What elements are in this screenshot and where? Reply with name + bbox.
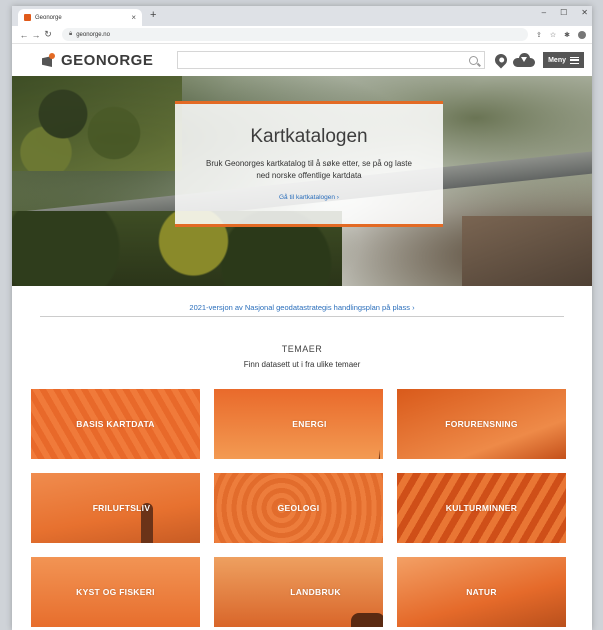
tile-label: KYST OG FISKERI — [76, 587, 155, 597]
logo-text: GEONORGE — [61, 51, 154, 69]
tile-energi[interactable]: ENERGI — [214, 389, 383, 459]
map-pin-icon[interactable] — [492, 51, 510, 69]
tile-friluftsliv[interactable]: FRILUFTSLIV — [31, 473, 200, 543]
tile-forurensning[interactable]: FORURENSNING — [397, 389, 566, 459]
hero-title: Kartkatalogen — [250, 126, 368, 147]
forward-arrow-icon[interactable]: → — [30, 30, 42, 40]
tile-label: LANDBRUK — [290, 587, 341, 597]
tab-strip: Geonorge × + – ☐ ✕ — [12, 6, 592, 26]
power-pylon-icon — [378, 398, 383, 459]
bookmark-star-icon[interactable]: ☆ — [550, 31, 556, 39]
themes-title: TEMAER — [281, 344, 323, 354]
minimize-button[interactable]: – — [542, 8, 546, 17]
tile-natur[interactable]: NATUR — [397, 557, 566, 627]
hero-banner: Kartkatalogen Bruk Geonorges kartkatalog… — [12, 76, 592, 286]
menu-button[interactable]: Meny — [543, 52, 584, 68]
back-arrow-icon[interactable]: ← — [18, 30, 30, 40]
extensions-icon[interactable]: ✱ — [564, 31, 570, 39]
new-tab-button[interactable]: + — [150, 9, 156, 21]
tile-geologi[interactable]: GEOLOGI — [214, 473, 383, 543]
strategy-notice-link[interactable]: 2021-versjon av Nasjonal geodatastrategi… — [189, 303, 414, 312]
toolbar-actions: ⇪ ☆ ✱ — [536, 30, 586, 39]
lock-icon: 🔒︎ — [69, 31, 73, 37]
geonorge-favicon-icon — [24, 14, 31, 21]
close-tab-icon[interactable]: × — [131, 13, 136, 22]
hero-description: Bruk Geonorges kartkatalog til å søke et… — [206, 159, 412, 180]
tab-title: Geonorge — [35, 14, 62, 21]
tile-label: FRILUFTSLIV — [92, 503, 151, 513]
themes-header: TEMAER Finn datasett ut i fra ulike tema… — [12, 344, 592, 369]
section-divider — [40, 316, 564, 317]
maximize-button[interactable]: ☐ — [560, 8, 567, 17]
share-icon[interactable]: ⇪ — [536, 31, 542, 39]
notice-bar: 2021-versjon av Nasjonal geodatastrategi… — [12, 286, 592, 316]
tile-label: GEOLOGI — [277, 503, 320, 513]
kartkatalog-link[interactable]: Gå til kartkatalogen › — [279, 194, 339, 201]
tile-label: NATUR — [466, 587, 497, 597]
tile-label: FORURENSNING — [445, 419, 518, 429]
hero-card: Kartkatalogen Bruk Geonorges kartkatalog… — [175, 101, 443, 227]
tile-landbruk[interactable]: LANDBRUK — [214, 557, 383, 627]
tile-kyst-og-fiskeri[interactable]: KYST OG FISKERI — [31, 557, 200, 627]
reload-icon[interactable]: ↻ — [42, 29, 54, 40]
geonorge-logo-icon — [42, 53, 56, 67]
hamburger-icon — [570, 56, 579, 64]
hero-rock-graphic — [462, 216, 592, 286]
menu-label: Meny — [548, 56, 566, 64]
themes-grid: BASIS KARTDATA ENERGI FORURENSNING FRILU… — [31, 389, 566, 627]
close-window-button[interactable]: ✕ — [581, 8, 588, 17]
cow-icon — [351, 613, 383, 627]
search-input[interactable] — [178, 52, 470, 68]
search-icon[interactable] — [469, 55, 479, 65]
tile-label: ENERGI — [292, 419, 327, 429]
site-search — [177, 51, 486, 69]
window-controls: – ☐ ✕ — [542, 8, 588, 17]
address-text: geonorge.no — [76, 31, 110, 38]
cloud-download-icon[interactable] — [513, 53, 536, 67]
tile-kulturminner[interactable]: KULTURMINNER — [397, 473, 566, 543]
tile-label: KULTURMINNER — [445, 503, 518, 513]
browser-tab[interactable]: Geonorge × — [18, 9, 142, 26]
address-bar[interactable]: 🔒︎ geonorge.no — [62, 28, 528, 41]
geonorge-logo[interactable]: GEONORGE — [42, 52, 153, 69]
themes-subtitle: Finn datasett ut i fra ulike temaer — [243, 360, 361, 369]
tile-basis-kartdata[interactable]: BASIS KARTDATA — [31, 389, 200, 459]
site-header: GEONORGE Meny — [12, 44, 592, 76]
tile-label: BASIS KARTDATA — [76, 419, 155, 429]
hero-forest-graphic — [12, 76, 182, 171]
header-icons — [492, 51, 536, 69]
profile-avatar-icon[interactable] — [578, 30, 586, 39]
browser-toolbar: ← → ↻ 🔒︎ geonorge.no ⇪ ☆ ✱ — [12, 26, 592, 44]
